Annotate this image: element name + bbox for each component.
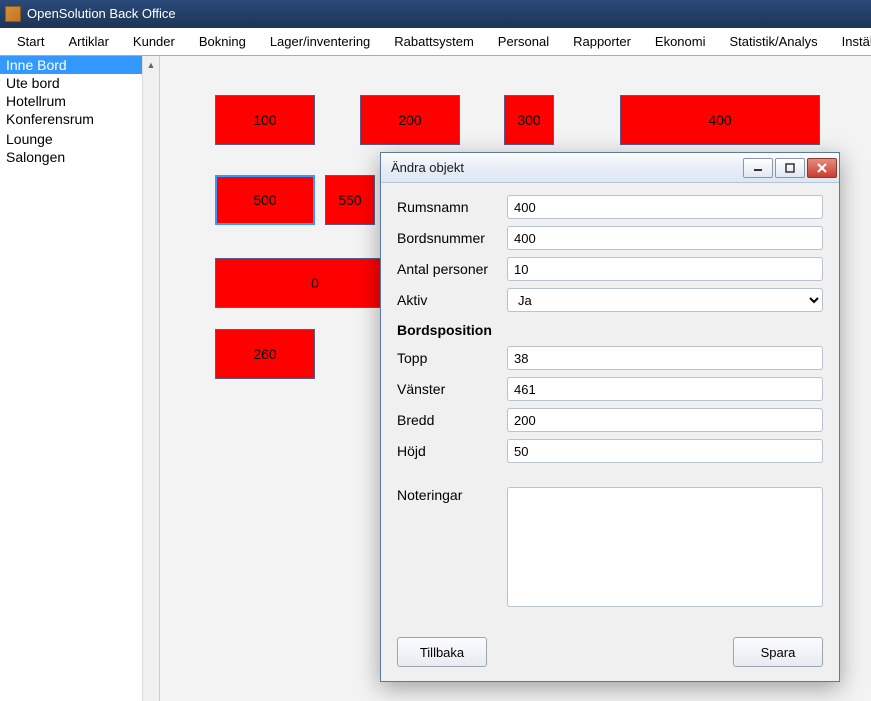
label-rumsnamn: Rumsnamn [397, 199, 507, 215]
sidebar-scrollbar[interactable]: ▲ [142, 56, 159, 701]
menu-rabattsystem[interactable]: Rabattsystem [382, 30, 485, 53]
table-block-500[interactable]: 500 [215, 175, 315, 225]
menu-artiklar[interactable]: Artiklar [56, 30, 120, 53]
save-button[interactable]: Spara [733, 637, 823, 667]
close-icon [817, 163, 827, 173]
table-block-400[interactable]: 400 [620, 95, 820, 145]
sidebar-item-ute-bord[interactable]: Ute bord [0, 74, 159, 92]
menu-bokning[interactable]: Bokning [187, 30, 258, 53]
app-icon [5, 6, 21, 22]
label-bredd: Bredd [397, 412, 507, 428]
input-hojd[interactable] [507, 439, 823, 463]
input-vanster[interactable] [507, 377, 823, 401]
label-aktiv: Aktiv [397, 292, 507, 308]
app-titlebar: OpenSolution Back Office [0, 0, 871, 28]
edit-object-dialog: Ändra objekt Rumsnamn Bordsnummer Antal … [380, 152, 840, 682]
label-noteringar: Noteringar [397, 487, 507, 503]
sidebar-item-salongen[interactable]: Salongen [0, 148, 159, 166]
input-antal-personer[interactable] [507, 257, 823, 281]
dialog-maximize-button[interactable] [775, 158, 805, 178]
sidebar-item-hotellrum[interactable]: Hotellrum [0, 92, 159, 110]
app-title: OpenSolution Back Office [27, 6, 176, 21]
menu-kunder[interactable]: Kunder [121, 30, 187, 53]
input-bordsnummer[interactable] [507, 226, 823, 250]
sidebar: Inne Bord Ute bord Hotellrum Konferensru… [0, 56, 160, 701]
dialog-minimize-button[interactable] [743, 158, 773, 178]
menu-personal[interactable]: Personal [486, 30, 561, 53]
label-antal-personer: Antal personer [397, 261, 507, 277]
heading-bordsposition: Bordsposition [397, 322, 823, 338]
scroll-up-icon[interactable]: ▲ [143, 56, 159, 73]
dialog-close-button[interactable] [807, 158, 837, 178]
table-block-100[interactable]: 100 [215, 95, 315, 145]
label-topp: Topp [397, 350, 507, 366]
input-bredd[interactable] [507, 408, 823, 432]
dialog-titlebar[interactable]: Ändra objekt [381, 153, 839, 183]
label-bordsnummer: Bordsnummer [397, 230, 507, 246]
sidebar-item-lounge[interactable]: Lounge [0, 130, 159, 148]
minimize-icon [753, 163, 763, 173]
select-aktiv[interactable]: Ja [507, 288, 823, 312]
table-block-200[interactable]: 200 [360, 95, 460, 145]
input-rumsnamn[interactable] [507, 195, 823, 219]
menu-start[interactable]: Start [5, 30, 56, 53]
back-button[interactable]: Tillbaka [397, 637, 487, 667]
input-topp[interactable] [507, 346, 823, 370]
menu-installningar[interactable]: Inställningar [830, 30, 871, 53]
menu-statistik[interactable]: Statistik/Analys [717, 30, 829, 53]
sidebar-item-inne-bord[interactable]: Inne Bord [0, 56, 159, 74]
menu-rapporter[interactable]: Rapporter [561, 30, 643, 53]
sidebar-item-konferensrum[interactable]: Konferensrum [0, 110, 159, 128]
textarea-noteringar[interactable] [507, 487, 823, 607]
maximize-icon [785, 163, 795, 173]
menu-ekonomi[interactable]: Ekonomi [643, 30, 718, 53]
main-menubar: Start Artiklar Kunder Bokning Lager/inve… [0, 28, 871, 56]
label-vanster: Vänster [397, 381, 507, 397]
menu-lager[interactable]: Lager/inventering [258, 30, 382, 53]
label-hojd: Höjd [397, 443, 507, 459]
table-block-260[interactable]: 260 [215, 329, 315, 379]
table-block-550[interactable]: 550 [325, 175, 375, 225]
dialog-title: Ändra objekt [391, 160, 464, 175]
table-block-300[interactable]: 300 [504, 95, 554, 145]
